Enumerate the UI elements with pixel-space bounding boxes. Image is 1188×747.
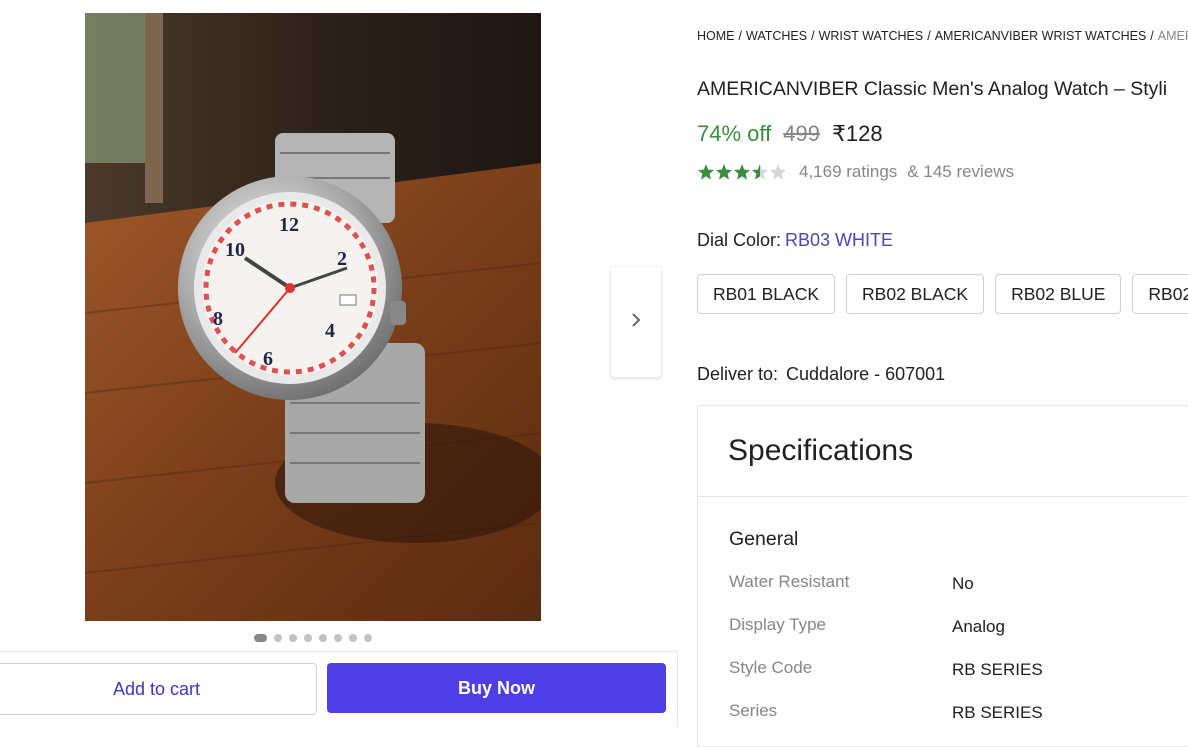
svg-text:4: 4 [325, 320, 335, 342]
breadcrumb-brand[interactable]: AMERICANVIBER WRIST WATCHES [935, 29, 1147, 43]
dial-option-rb02-blue[interactable]: RB02 BLUE [995, 274, 1122, 314]
carousel-dot[interactable] [304, 634, 312, 642]
spec-value: RB SERIES [952, 703, 1043, 722]
svg-text:10: 10 [225, 239, 245, 261]
dial-option-rb01-black[interactable]: RB01 BLACK [697, 274, 836, 314]
spec-key: Style Code [729, 658, 813, 677]
spec-key: Water Resistant [729, 572, 850, 591]
breadcrumb-home[interactable]: HOME [697, 29, 735, 43]
dial-color-row: Dial Color: RB03 WHITE [697, 230, 893, 251]
spec-value: RB SERIES [952, 660, 1043, 679]
dial-color-label: Dial Color: [697, 230, 782, 250]
rating-row: 4,169 ratings & 145 reviews [697, 162, 1014, 182]
svg-text:6: 6 [263, 348, 273, 370]
dial-option-rb02[interactable]: RB02 [1132, 274, 1188, 314]
svg-text:2: 2 [337, 248, 347, 270]
carousel-dots [254, 634, 372, 642]
spec-value: Analog [952, 617, 1005, 636]
deliver-to-label: Deliver to: [697, 364, 779, 384]
star-icon [698, 164, 786, 180]
carousel-dot[interactable] [274, 634, 282, 642]
watch-photo: 12 10 2 8 6 4 [85, 13, 541, 621]
discount-percent: 74% off [697, 121, 772, 146]
selling-price: ₹128 [831, 121, 883, 146]
specifications-panel: Specifications General Water Resistant N… [697, 405, 1188, 747]
spec-value: No [952, 574, 974, 593]
carousel-dot[interactable] [349, 634, 357, 642]
carousel-dot[interactable] [254, 634, 267, 642]
spec-group-title: General [729, 528, 799, 550]
action-bar: Add to cart Buy Now [0, 651, 678, 727]
ratings-count[interactable]: 4,169 ratings [799, 162, 897, 182]
breadcrumb-watches[interactable]: WATCHES [746, 29, 807, 43]
carousel-dot[interactable] [334, 634, 342, 642]
buy-now-button[interactable]: Buy Now [327, 663, 666, 713]
delivery-location[interactable]: Cuddalore - 607001 [786, 364, 945, 384]
specifications-header[interactable]: Specifications [698, 406, 1188, 497]
original-price: 499 [783, 121, 820, 146]
breadcrumb-wrist-watches[interactable]: WRIST WATCHES [819, 29, 924, 43]
delivery-row: Deliver to: Cuddalore - 607001 [697, 364, 945, 385]
svg-text:12: 12 [279, 214, 299, 236]
carousel-dot[interactable] [289, 634, 297, 642]
product-title: AMERICANVIBER Classic Men's Analog Watch… [697, 78, 1168, 100]
dial-color-selected: RB03 WHITE [785, 230, 894, 250]
star-rating[interactable] [697, 163, 789, 181]
next-image-button[interactable] [611, 267, 661, 377]
chevron-right-icon [630, 312, 642, 333]
svg-text:8: 8 [213, 308, 223, 330]
carousel-dot[interactable] [319, 634, 327, 642]
spec-key: Display Type [729, 615, 827, 634]
dial-color-options: RB01 BLACK RB02 BLACK RB02 BLUE RB02 [697, 274, 1188, 314]
breadcrumb-current: AMER [1157, 29, 1188, 43]
add-to-cart-button[interactable]: Add to cart [0, 663, 317, 715]
price-row: 74% off 499 ₹128 [697, 121, 883, 147]
breadcrumb: HOME / WATCHES / WRIST WATCHES / AMERICANVIBER… [697, 29, 1188, 43]
carousel-dot[interactable] [364, 634, 372, 642]
product-image[interactable]: 12 10 2 8 6 4 [85, 13, 541, 621]
reviews-count[interactable]: & 145 reviews [907, 162, 1014, 182]
dial-option-rb02-black[interactable]: RB02 BLACK [846, 274, 985, 314]
specifications-title: Specifications [728, 434, 914, 467]
spec-key: Series [729, 701, 778, 720]
